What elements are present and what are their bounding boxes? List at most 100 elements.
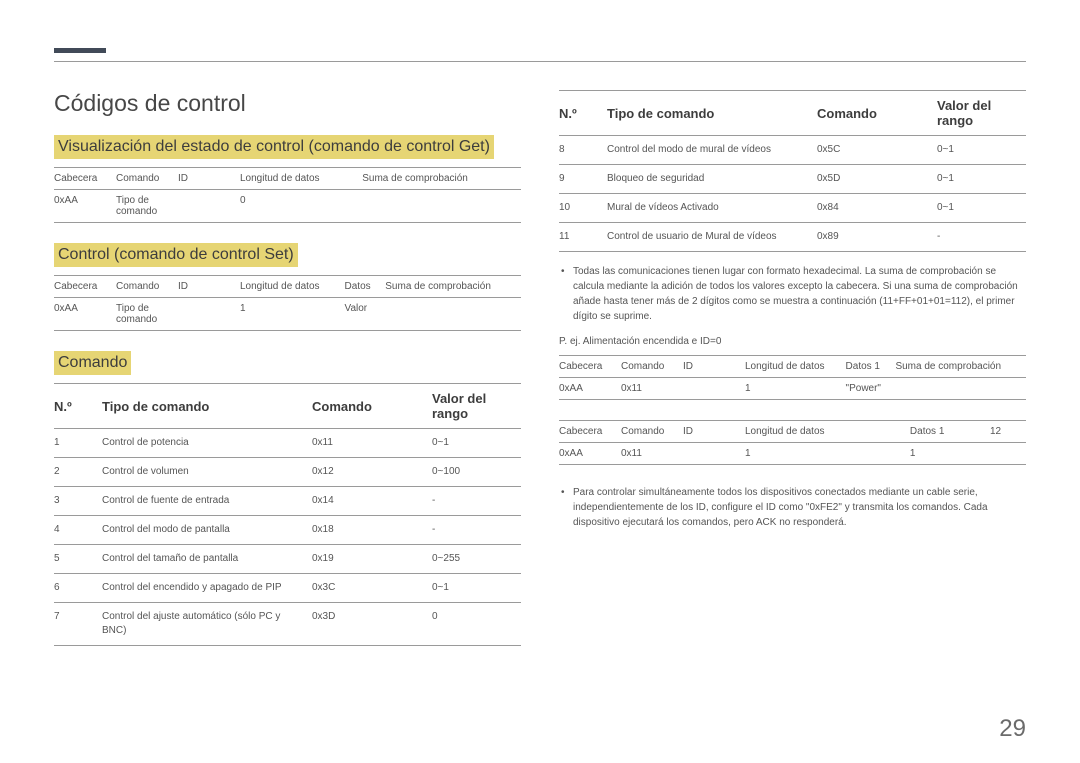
- td: 0x12: [312, 458, 432, 487]
- example-table-1: Cabecera Comando ID Longitud de datos Da…: [559, 355, 1026, 400]
- td: 0x89: [817, 223, 937, 252]
- th: Suma de comprobación: [362, 168, 521, 190]
- page: Códigos de control Visualización del est…: [0, 0, 1080, 763]
- th: ID: [178, 276, 240, 298]
- set-table: Cabecera Comando ID Longitud de datos Da…: [54, 275, 521, 331]
- td: 0~1: [432, 574, 521, 603]
- command-rows-right: 8Control del modo de mural de vídeos0x5C…: [559, 136, 1026, 252]
- td: 0x3D: [312, 603, 432, 646]
- td: 0x18: [312, 516, 432, 545]
- command-rows-left: 1Control de potencia0x110~12Control de v…: [54, 429, 521, 646]
- td: 9: [559, 165, 607, 194]
- th: Valor del rango: [432, 384, 521, 429]
- th: Datos 1: [846, 356, 896, 378]
- th: Suma de comprobación: [895, 356, 1026, 378]
- td: [683, 443, 745, 465]
- table-row: 8Control del modo de mural de vídeos0x5C…: [559, 136, 1026, 165]
- td: Control del modo de mural de vídeos: [607, 136, 817, 165]
- example-table-2: Cabecera Comando ID Longitud de datos Da…: [559, 420, 1026, 465]
- td: [895, 378, 1026, 400]
- header-accent-bar: [54, 48, 106, 53]
- td: 1: [54, 429, 102, 458]
- td: [178, 298, 240, 331]
- table-header-row: Cabecera Comando ID Longitud de datos Da…: [559, 421, 1026, 443]
- td: 0~1: [937, 194, 1026, 223]
- td: [683, 378, 745, 400]
- table-row: 0xAA 0x11 1 "Power": [559, 378, 1026, 400]
- td: 1: [240, 298, 345, 331]
- th: Comando: [621, 356, 683, 378]
- td: 0x5C: [817, 136, 937, 165]
- td: 7: [54, 603, 102, 646]
- table-row: 9Bloqueo de seguridad0x5D0~1: [559, 165, 1026, 194]
- table-row: 5Control del tamaño de pantalla0x190~255: [54, 545, 521, 574]
- bullet-note-broadcast: Para controlar simultáneamente todos los…: [559, 485, 1026, 530]
- td: 1: [745, 378, 846, 400]
- th: Comando: [312, 384, 432, 429]
- td: 0~1: [937, 136, 1026, 165]
- td: -: [432, 487, 521, 516]
- table-row: 0xAA Tipo de comando 1 Valor: [54, 298, 521, 331]
- section-get-heading: Visualización del estado de control (com…: [54, 135, 494, 159]
- th: Longitud de datos: [745, 356, 846, 378]
- td: Control de fuente de entrada: [102, 487, 312, 516]
- td: 0x19: [312, 545, 432, 574]
- td: 5: [54, 545, 102, 574]
- section-command-heading: Comando: [54, 351, 131, 375]
- td: -: [937, 223, 1026, 252]
- th: Longitud de datos: [240, 276, 345, 298]
- table-row: 0xAA 0x11 1 1: [559, 443, 1026, 465]
- table-row: 10Mural de vídeos Activado0x840~1: [559, 194, 1026, 223]
- th: Cabecera: [559, 421, 621, 443]
- td: 0: [240, 190, 362, 223]
- td: 0x11: [621, 378, 683, 400]
- th: Longitud de datos: [745, 421, 910, 443]
- td: 0~1: [937, 165, 1026, 194]
- th: Comando: [817, 91, 937, 136]
- table-row: 4Control del modo de pantalla0x18-: [54, 516, 521, 545]
- td: Control del modo de pantalla: [102, 516, 312, 545]
- td: 0x11: [621, 443, 683, 465]
- th: Cabecera: [54, 168, 116, 190]
- table-row: 1Control de potencia0x110~1: [54, 429, 521, 458]
- td: 0x11: [312, 429, 432, 458]
- th: N.º: [559, 91, 607, 136]
- td: Tipo de comando: [116, 190, 178, 223]
- td: Valor: [345, 298, 386, 331]
- right-column: N.º Tipo de comando Comando Valor del ra…: [559, 90, 1026, 646]
- th: ID: [683, 356, 745, 378]
- td: 0~1: [432, 429, 521, 458]
- columns: Códigos de control Visualización del est…: [54, 90, 1026, 646]
- td: Control de potencia: [102, 429, 312, 458]
- td: Control del encendido y apagado de PIP: [102, 574, 312, 603]
- td: 0x14: [312, 487, 432, 516]
- table-row: 7Control del ajuste automático (sólo PC …: [54, 603, 521, 646]
- th: Comando: [621, 421, 683, 443]
- header-rule: [54, 61, 1026, 62]
- th: 12: [990, 421, 1026, 443]
- table-header-row: Cabecera Comando ID Longitud de datos Da…: [559, 356, 1026, 378]
- table-row: 2Control de volumen0x120~100: [54, 458, 521, 487]
- th: Tipo de comando: [607, 91, 817, 136]
- td: 0~255: [432, 545, 521, 574]
- th: Suma de comprobación: [385, 276, 521, 298]
- table-row: 11Control de usuario de Mural de vídeos0…: [559, 223, 1026, 252]
- table-header-row: N.º Tipo de comando Comando Valor del ra…: [559, 91, 1026, 136]
- td: 2: [54, 458, 102, 487]
- td: 0xAA: [559, 443, 621, 465]
- page-number: 29: [999, 715, 1026, 743]
- td: 0x3C: [312, 574, 432, 603]
- th: Cabecera: [54, 276, 116, 298]
- td: 0xAA: [559, 378, 621, 400]
- th: ID: [683, 421, 745, 443]
- td: Mural de vídeos Activado: [607, 194, 817, 223]
- th: Datos: [345, 276, 386, 298]
- th: Comando: [116, 168, 178, 190]
- td: 0x84: [817, 194, 937, 223]
- section-set-heading: Control (comando de control Set): [54, 243, 298, 267]
- table-header-row: N.º Tipo de comando Comando Valor del ra…: [54, 384, 521, 429]
- command-table-left: N.º Tipo de comando Comando Valor del ra…: [54, 383, 521, 646]
- td: 4: [54, 516, 102, 545]
- td: 1: [910, 443, 990, 465]
- td: Control de usuario de Mural de vídeos: [607, 223, 817, 252]
